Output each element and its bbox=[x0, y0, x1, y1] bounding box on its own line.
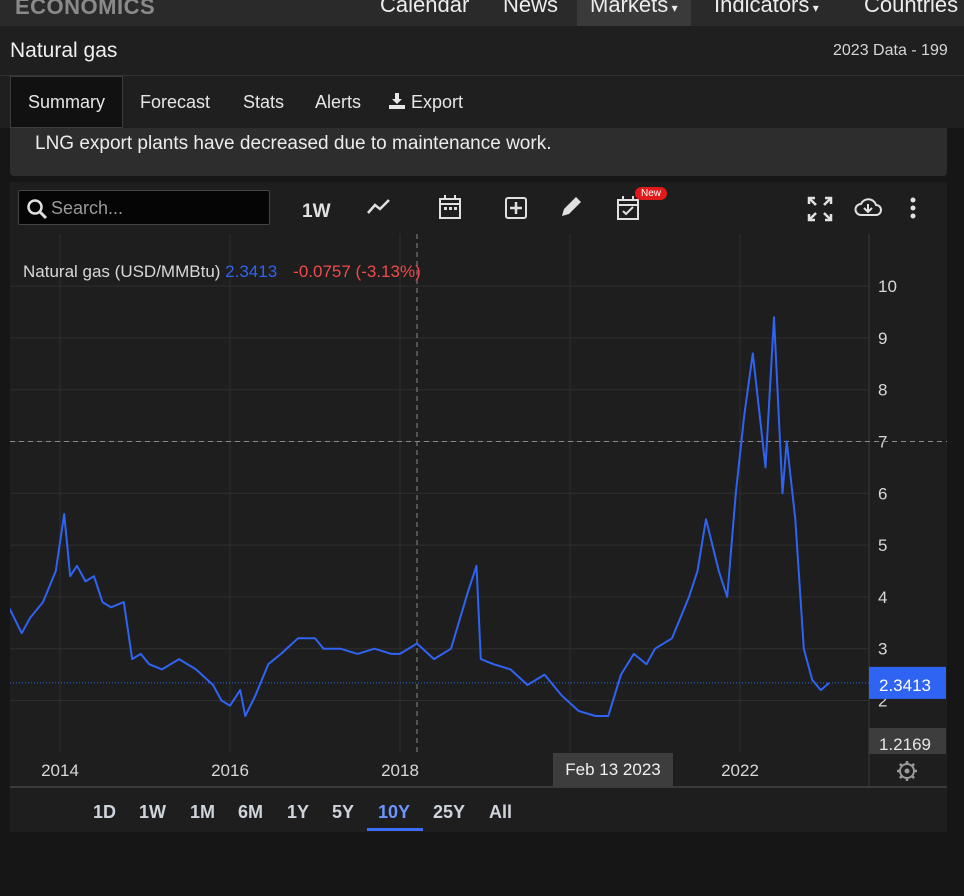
range-25y[interactable]: 25Y bbox=[433, 802, 465, 823]
range-10y[interactable]: 10Y bbox=[378, 802, 410, 823]
caret-down-icon: ▾ bbox=[809, 1, 819, 15]
tab-alerts[interactable]: Alerts bbox=[315, 76, 361, 128]
page-title: Natural gas bbox=[10, 39, 118, 62]
nav-news[interactable]: News bbox=[503, 0, 558, 18]
legend-series-name: Natural gas (USD/MMBtu) bbox=[23, 262, 225, 281]
range-5y[interactable]: 5Y bbox=[332, 802, 354, 823]
range-6m[interactable]: 6M bbox=[238, 802, 263, 823]
legend-value: 2.3413 bbox=[225, 262, 277, 281]
notice-text: LNG export plants have decreased due to … bbox=[35, 133, 552, 154]
data-range: 2023 Data - 199 bbox=[833, 42, 948, 59]
tab-bar: Summary Forecast Stats Alerts Export bbox=[0, 76, 964, 128]
tab-forecast[interactable]: Forecast bbox=[140, 76, 210, 128]
range-selector: 1D 1W 1M 6M 1Y 5Y 10Y 25Y All bbox=[10, 790, 947, 832]
settings-gear-icon[interactable] bbox=[897, 761, 917, 781]
crosshair-date-label: Feb 13 2023 bbox=[565, 760, 660, 779]
x-tick-label: 2014 bbox=[41, 761, 79, 780]
nav-calendar[interactable]: Calendar bbox=[380, 0, 469, 18]
title-bar: Natural gas 2023 Data - 199 bbox=[0, 26, 964, 76]
range-1m[interactable]: 1M bbox=[190, 802, 215, 823]
range-1d[interactable]: 1D bbox=[93, 802, 116, 823]
legend-change: -0.0757 (-3.13%) bbox=[293, 262, 421, 281]
news-notice: LNG export plants have decreased due to … bbox=[10, 128, 947, 176]
x-tick-label: 2022 bbox=[721, 761, 759, 780]
x-tick-label: 2018 bbox=[381, 761, 419, 780]
caret-down-icon: ▾ bbox=[668, 1, 678, 15]
y-tick-label: 10 bbox=[878, 277, 897, 296]
nav-markets-label: Markets bbox=[590, 0, 669, 17]
price-chart[interactable]: 234567891020142016201822022Natural gas (… bbox=[10, 182, 947, 790]
download-icon bbox=[389, 93, 405, 109]
export-label: Export bbox=[411, 92, 464, 112]
top-nav: ECONOMICS Calendar News Markets ▾ Indica… bbox=[0, 0, 964, 26]
active-range-underline bbox=[367, 828, 423, 831]
tab-stats[interactable]: Stats bbox=[243, 76, 284, 128]
site-logo[interactable]: ECONOMICS bbox=[15, 0, 155, 20]
tab-summary[interactable]: Summary bbox=[10, 76, 124, 128]
tab-export[interactable]: Export bbox=[388, 76, 463, 128]
chart-container: Search... 1W New 2 3 4 5 6 7 8 9 10 2014… bbox=[10, 182, 947, 832]
nav-markets[interactable]: Markets ▾ bbox=[577, 0, 691, 26]
y-tick-label: 8 bbox=[878, 381, 887, 400]
nav-countries[interactable]: Countries bbox=[864, 0, 958, 18]
nav-indicators[interactable]: Indicators ▾ bbox=[714, 0, 819, 18]
nav-indicators-label: Indicators bbox=[714, 0, 810, 17]
last-price-label: 2.3413 bbox=[879, 676, 931, 695]
y-tick-label: 4 bbox=[878, 588, 887, 607]
y-tick-label: 5 bbox=[878, 536, 887, 555]
range-all[interactable]: All bbox=[489, 802, 512, 823]
low-price-label: 1.2169 bbox=[879, 735, 931, 754]
y-tick-label: 6 bbox=[878, 484, 887, 503]
range-1y[interactable]: 1Y bbox=[287, 802, 309, 823]
range-1w[interactable]: 1W bbox=[139, 802, 166, 823]
x-tick-label: 2016 bbox=[211, 761, 249, 780]
y-tick-label: 9 bbox=[878, 329, 887, 348]
chart-legend: Natural gas (USD/MMBtu) 2.3413 -0.0757 (-… bbox=[23, 262, 421, 281]
y-tick-label: 3 bbox=[878, 640, 887, 659]
